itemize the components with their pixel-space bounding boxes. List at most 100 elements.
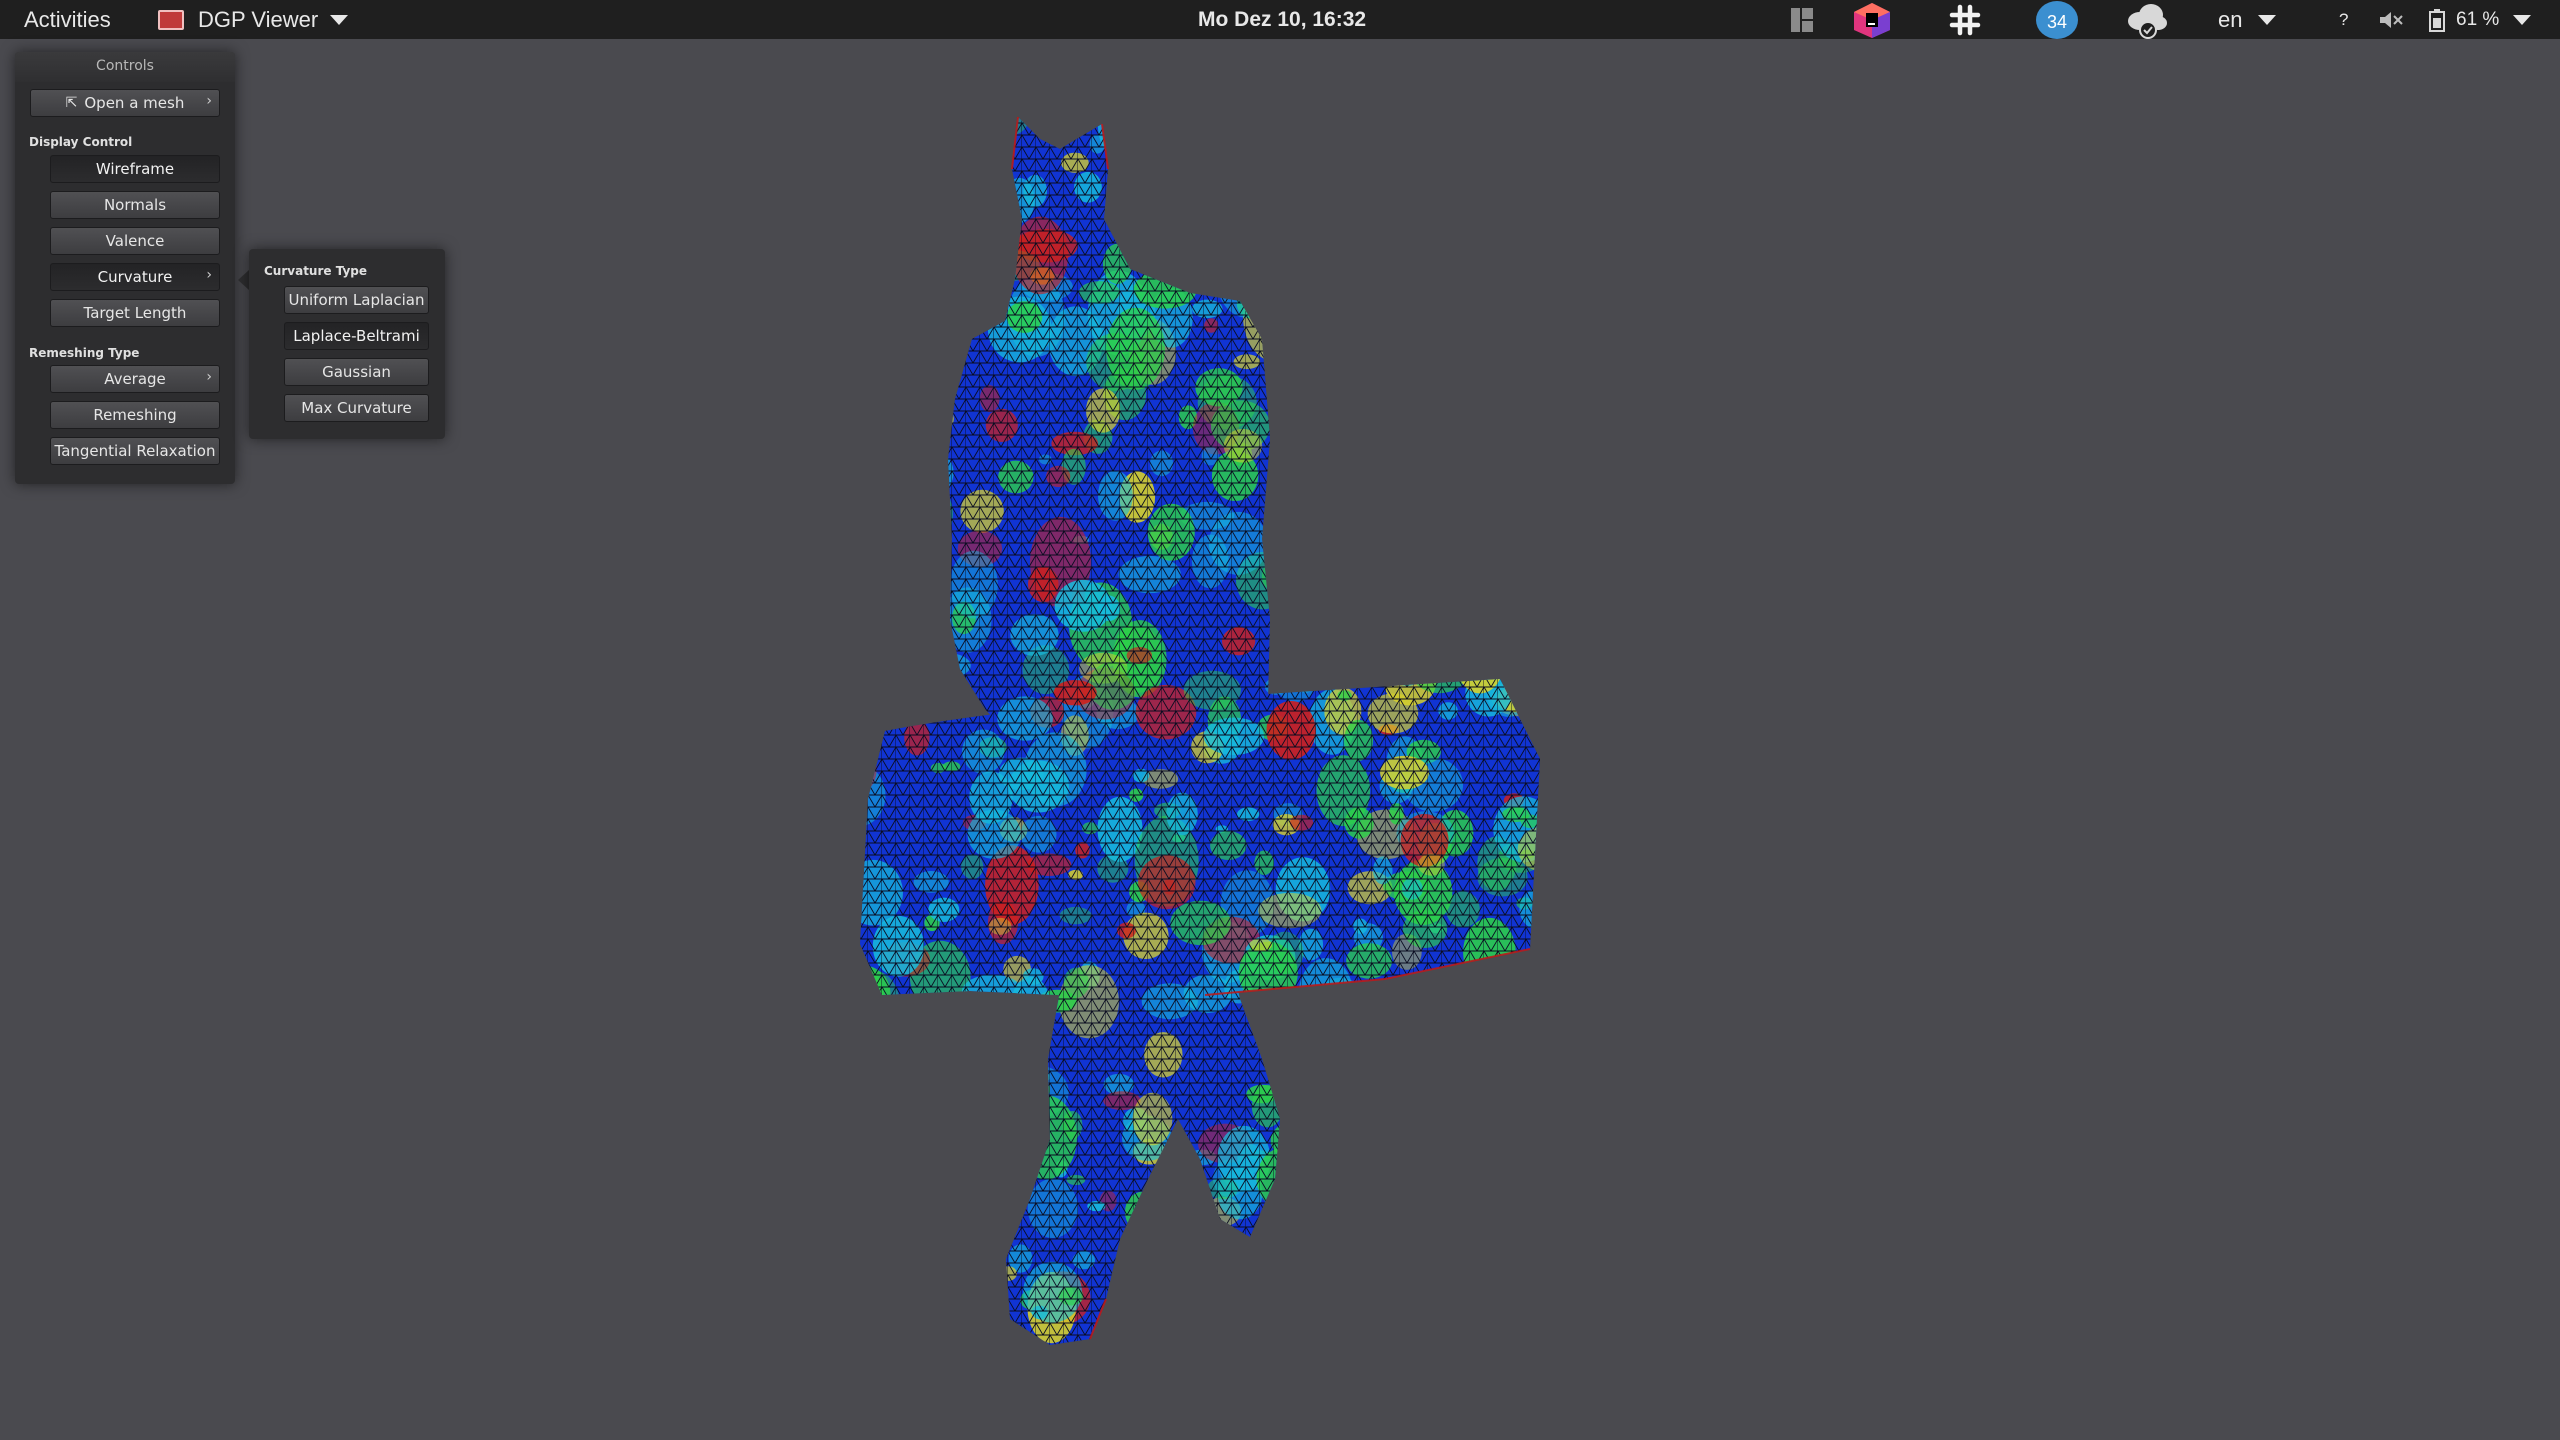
remeshing-type-dropdown[interactable]: Average › bbox=[50, 365, 220, 393]
tangential-relaxation-button[interactable]: Tangential Relaxation bbox=[50, 437, 220, 465]
curvature-patch bbox=[1292, 653, 1320, 693]
curvature-patch bbox=[1390, 1295, 1452, 1345]
curvature-patch bbox=[1335, 475, 1392, 559]
curvature-patch bbox=[1231, 1251, 1277, 1318]
curvature-patch bbox=[1283, 399, 1341, 446]
curvature-patch bbox=[898, 651, 926, 683]
curvature-patch bbox=[1460, 173, 1487, 195]
submenu-pointer bbox=[238, 270, 249, 290]
curvature-patch bbox=[1400, 392, 1453, 456]
wireframe-label: Wireframe bbox=[95, 160, 175, 178]
normals-label: Normals bbox=[103, 196, 167, 214]
curvature-patch bbox=[1319, 1091, 1342, 1111]
curvature-patch bbox=[1310, 1320, 1353, 1345]
curvature-patch bbox=[912, 1242, 934, 1256]
window-grid-icon[interactable] bbox=[1790, 0, 1814, 39]
curvature-patch bbox=[1291, 181, 1305, 197]
curvature-patch bbox=[1200, 242, 1232, 260]
max-curvature-button[interactable]: Max Curvature bbox=[284, 394, 429, 422]
curvature-patch bbox=[989, 1031, 1026, 1056]
gaussian-button[interactable]: Gaussian bbox=[284, 358, 429, 386]
curvature-patch bbox=[1475, 1147, 1533, 1203]
curvature-patch bbox=[860, 634, 886, 716]
curvature-patch bbox=[1288, 375, 1306, 395]
curvature-patch bbox=[1315, 1250, 1332, 1270]
curvature-patch bbox=[860, 1205, 894, 1253]
open-mesh-button[interactable]: ⇱ Open a mesh › bbox=[30, 89, 220, 117]
curvature-patch bbox=[901, 402, 954, 436]
curvature-patch bbox=[973, 210, 1019, 238]
curvature-patch bbox=[867, 136, 924, 196]
curvature-patch bbox=[1337, 471, 1377, 526]
curvature-patch bbox=[860, 1027, 899, 1061]
clock[interactable]: Mo Dez 10, 16:32 bbox=[1198, 0, 1366, 39]
curvature-patch bbox=[1299, 1330, 1357, 1345]
curvature-patch bbox=[1501, 190, 1540, 244]
help-icon[interactable]: ? bbox=[2339, 0, 2348, 39]
curvature-patch bbox=[860, 624, 885, 689]
battery-menu[interactable]: 61 % bbox=[2428, 0, 2532, 39]
notification-badge-icon[interactable]: 34 bbox=[2036, 0, 2078, 39]
curvature-patch bbox=[1260, 1281, 1291, 1315]
app-menu[interactable]: DGP Viewer bbox=[158, 0, 349, 39]
cloud-sync-icon[interactable] bbox=[2124, 0, 2170, 39]
curvature-label: Curvature bbox=[97, 268, 173, 286]
curvature-patch bbox=[1182, 239, 1235, 279]
curvature-patch bbox=[1316, 1118, 1333, 1133]
curvature-button[interactable]: Curvature › bbox=[50, 263, 220, 291]
wireframe-button[interactable]: Wireframe bbox=[50, 155, 220, 183]
curvature-patch bbox=[1498, 1074, 1540, 1142]
curvature-patch bbox=[900, 402, 933, 430]
speaker-muted-icon[interactable] bbox=[2378, 0, 2404, 39]
curvature-patch bbox=[1475, 1181, 1514, 1230]
curvature-patch bbox=[1466, 356, 1520, 395]
curvature-patch bbox=[1370, 497, 1410, 544]
curvature-patch bbox=[891, 1271, 936, 1295]
curvature-patch bbox=[1535, 1184, 1540, 1201]
curvature-patch bbox=[970, 1020, 1028, 1087]
curvature-patch bbox=[1190, 1241, 1207, 1259]
curvature-patch bbox=[1285, 588, 1337, 629]
curvature-patch bbox=[1338, 511, 1386, 539]
curvature-patch bbox=[1130, 1320, 1161, 1345]
curvature-patch bbox=[1370, 1314, 1400, 1332]
curvature-patch bbox=[1485, 1044, 1501, 1055]
curvature-patch bbox=[1450, 129, 1464, 138]
curvature-patch bbox=[956, 1314, 982, 1342]
curvature-patch bbox=[1407, 244, 1467, 308]
slack-icon[interactable] bbox=[1948, 0, 1982, 39]
curvature-patch bbox=[1424, 1155, 1466, 1183]
normals-button[interactable]: Normals bbox=[50, 191, 220, 219]
curvature-patch bbox=[1494, 357, 1540, 422]
activities-label: Activities bbox=[24, 6, 111, 32]
laplace-beltrami-button[interactable]: Laplace-Beltrami bbox=[284, 322, 429, 350]
curvature-patch bbox=[1347, 1007, 1365, 1022]
language-menu[interactable]: en bbox=[2218, 0, 2277, 39]
curvature-patch bbox=[894, 256, 922, 273]
curvature-patch bbox=[932, 1171, 979, 1196]
activities-button[interactable]: Activities bbox=[24, 0, 111, 39]
curvature-patch bbox=[1112, 117, 1156, 151]
curvature-patch bbox=[1318, 1103, 1351, 1136]
curvature-patch bbox=[1240, 183, 1290, 242]
app-cube-icon[interactable] bbox=[1852, 0, 1892, 39]
curvature-patch bbox=[1232, 132, 1274, 165]
chevron-right-icon: › bbox=[206, 369, 212, 385]
curvature-patch bbox=[1424, 484, 1447, 496]
curvature-patch bbox=[1421, 164, 1456, 206]
uniform-laplacian-button[interactable]: Uniform Laplacian bbox=[284, 286, 429, 314]
curvature-patch bbox=[1455, 479, 1519, 570]
open-external-icon: ⇱ bbox=[65, 95, 78, 111]
valence-button[interactable]: Valence bbox=[50, 227, 220, 255]
battery-icon bbox=[2429, 8, 2445, 32]
curvature-patch bbox=[876, 186, 904, 214]
curvature-patch bbox=[897, 1172, 950, 1220]
curvature-patch bbox=[1336, 561, 1367, 588]
curvature-patch bbox=[1468, 1101, 1498, 1128]
curvature-patch bbox=[1036, 1080, 1050, 1099]
curvature-patch bbox=[1289, 299, 1319, 326]
remeshing-button[interactable]: Remeshing bbox=[50, 401, 220, 429]
target-length-button[interactable]: Target Length bbox=[50, 299, 220, 327]
curvature-patch bbox=[871, 342, 916, 367]
curvature-patch bbox=[1316, 1120, 1371, 1187]
